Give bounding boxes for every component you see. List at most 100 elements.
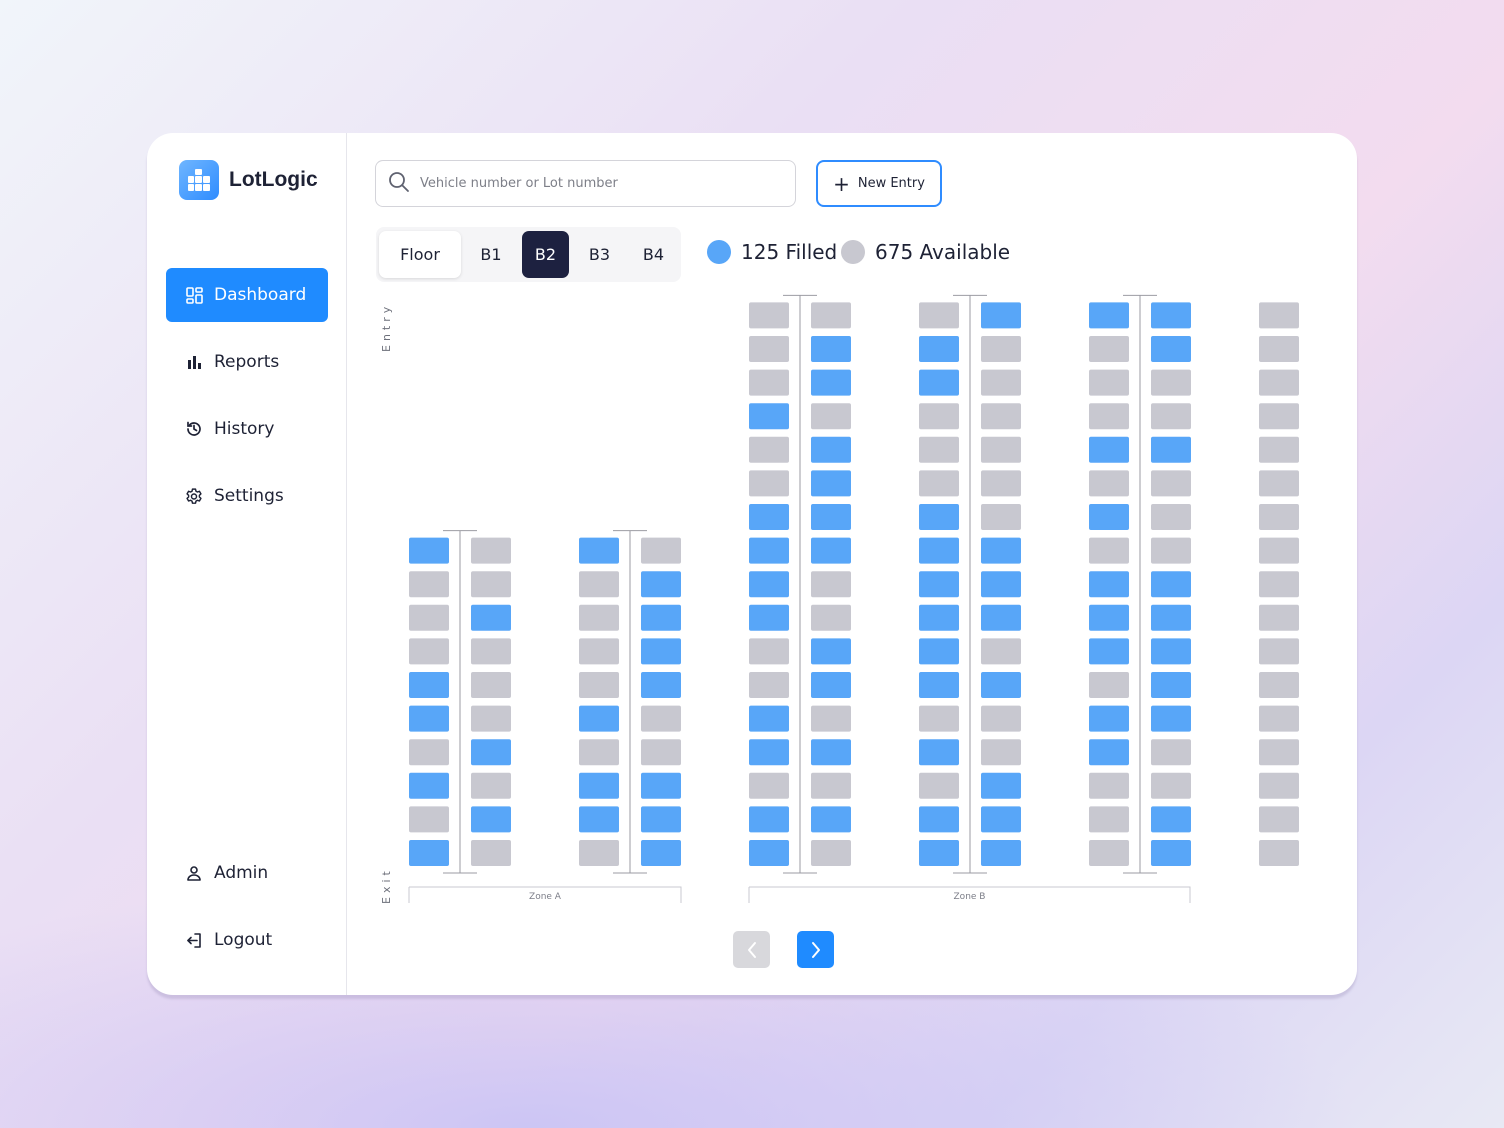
parking-slot-available[interactable] <box>811 705 851 732</box>
parking-slot-filled[interactable] <box>811 369 851 396</box>
parking-slot-available[interactable] <box>919 772 959 799</box>
parking-slot-available[interactable] <box>1089 840 1129 866</box>
parking-slot-filled[interactable] <box>409 840 449 866</box>
parking-slot-available[interactable] <box>981 504 1021 530</box>
parking-slot-filled[interactable] <box>749 840 789 866</box>
parking-slot-filled[interactable] <box>811 504 851 530</box>
parking-slot-filled[interactable] <box>811 436 851 463</box>
parking-slot-filled[interactable] <box>641 672 681 698</box>
parking-slot-available[interactable] <box>981 403 1021 430</box>
parking-slot-available[interactable] <box>409 806 449 833</box>
sidebar-item-reports[interactable]: Reports <box>166 335 328 389</box>
parking-slot-filled[interactable] <box>471 806 511 833</box>
parking-slot-filled[interactable] <box>919 504 959 530</box>
previous-page-button[interactable] <box>733 931 770 968</box>
parking-slot-filled[interactable] <box>641 840 681 866</box>
parking-slot-available[interactable] <box>471 705 511 732</box>
parking-slot-available[interactable] <box>579 638 619 665</box>
parking-slot-available[interactable] <box>579 672 619 698</box>
parking-slot-filled[interactable] <box>919 672 959 698</box>
parking-slot-available[interactable] <box>1089 772 1129 799</box>
parking-slot-filled[interactable] <box>579 537 619 564</box>
parking-slot-available[interactable] <box>1259 705 1299 732</box>
parking-slot-filled[interactable] <box>811 638 851 665</box>
parking-slot-available[interactable] <box>749 302 789 329</box>
parking-slot-available[interactable] <box>1089 336 1129 362</box>
parking-slot-available[interactable] <box>409 571 449 598</box>
parking-slot-available[interactable] <box>1151 369 1191 396</box>
parking-slot-filled[interactable] <box>1151 705 1191 732</box>
parking-slot-filled[interactable] <box>641 571 681 598</box>
parking-slot-available[interactable] <box>1259 537 1299 564</box>
sidebar-item-dashboard[interactable]: Dashboard <box>166 268 328 322</box>
next-page-button[interactable] <box>797 931 834 968</box>
parking-slot-filled[interactable] <box>1089 302 1129 329</box>
parking-slot-filled[interactable] <box>1151 604 1191 631</box>
parking-slot-filled[interactable] <box>981 302 1021 329</box>
parking-slot-filled[interactable] <box>1089 705 1129 732</box>
parking-slot-available[interactable] <box>1259 470 1299 497</box>
parking-slot-available[interactable] <box>471 840 511 866</box>
parking-slot-filled[interactable] <box>981 772 1021 799</box>
parking-slot-filled[interactable] <box>1151 638 1191 665</box>
parking-slot-filled[interactable] <box>1089 638 1129 665</box>
parking-slot-available[interactable] <box>749 336 789 362</box>
parking-slot-available[interactable] <box>1259 504 1299 530</box>
parking-slot-available[interactable] <box>579 604 619 631</box>
parking-slot-filled[interactable] <box>579 806 619 833</box>
parking-slot-filled[interactable] <box>1151 336 1191 362</box>
parking-slot-available[interactable] <box>1259 403 1299 430</box>
parking-slot-available[interactable] <box>1151 537 1191 564</box>
parking-slot-available[interactable] <box>811 604 851 631</box>
parking-slot-available[interactable] <box>1089 403 1129 430</box>
sidebar-item-admin[interactable]: Admin <box>166 846 328 900</box>
parking-slot-filled[interactable] <box>1151 571 1191 598</box>
parking-slot-available[interactable] <box>981 336 1021 362</box>
parking-slot-available[interactable] <box>1259 571 1299 598</box>
parking-slot-filled[interactable] <box>1151 672 1191 698</box>
parking-slot-available[interactable] <box>579 739 619 766</box>
parking-slot-filled[interactable] <box>749 403 789 430</box>
sidebar-item-settings[interactable]: Settings <box>166 469 328 523</box>
sidebar-item-logout[interactable]: Logout <box>166 913 328 967</box>
parking-slot-filled[interactable] <box>981 672 1021 698</box>
parking-slot-filled[interactable] <box>749 705 789 732</box>
parking-slot-available[interactable] <box>1259 369 1299 396</box>
parking-slot-available[interactable] <box>749 436 789 463</box>
search-input[interactable] <box>420 176 780 191</box>
parking-slot-available[interactable] <box>471 772 511 799</box>
parking-slot-available[interactable] <box>579 840 619 866</box>
parking-slot-available[interactable] <box>749 772 789 799</box>
parking-slot-filled[interactable] <box>409 537 449 564</box>
parking-slot-available[interactable] <box>1089 369 1129 396</box>
new-entry-button[interactable]: + New Entry <box>816 160 942 207</box>
parking-slot-available[interactable] <box>981 470 1021 497</box>
parking-slot-filled[interactable] <box>579 705 619 732</box>
parking-slot-filled[interactable] <box>811 336 851 362</box>
parking-slot-available[interactable] <box>1259 672 1299 698</box>
parking-slot-available[interactable] <box>749 638 789 665</box>
parking-slot-filled[interactable] <box>1151 302 1191 329</box>
parking-slot-filled[interactable] <box>919 537 959 564</box>
parking-slot-available[interactable] <box>811 571 851 598</box>
parking-slot-filled[interactable] <box>641 604 681 631</box>
tab-b3[interactable]: B3 <box>576 231 623 278</box>
parking-slot-available[interactable] <box>811 403 851 430</box>
tab-b4[interactable]: B4 <box>630 231 677 278</box>
parking-slot-available[interactable] <box>579 571 619 598</box>
parking-slot-filled[interactable] <box>1089 504 1129 530</box>
parking-slot-available[interactable] <box>1089 806 1129 833</box>
sidebar-item-history[interactable]: History <box>166 402 328 456</box>
parking-slot-filled[interactable] <box>409 672 449 698</box>
parking-slot-available[interactable] <box>981 638 1021 665</box>
parking-slot-available[interactable] <box>1259 604 1299 631</box>
parking-slot-filled[interactable] <box>919 571 959 598</box>
parking-slot-available[interactable] <box>1259 336 1299 362</box>
parking-slot-filled[interactable] <box>811 537 851 564</box>
parking-slot-available[interactable] <box>1259 739 1299 766</box>
parking-slot-filled[interactable] <box>749 571 789 598</box>
parking-slot-available[interactable] <box>641 739 681 766</box>
parking-slot-available[interactable] <box>641 537 681 564</box>
parking-slot-available[interactable] <box>471 672 511 698</box>
parking-slot-filled[interactable] <box>981 806 1021 833</box>
